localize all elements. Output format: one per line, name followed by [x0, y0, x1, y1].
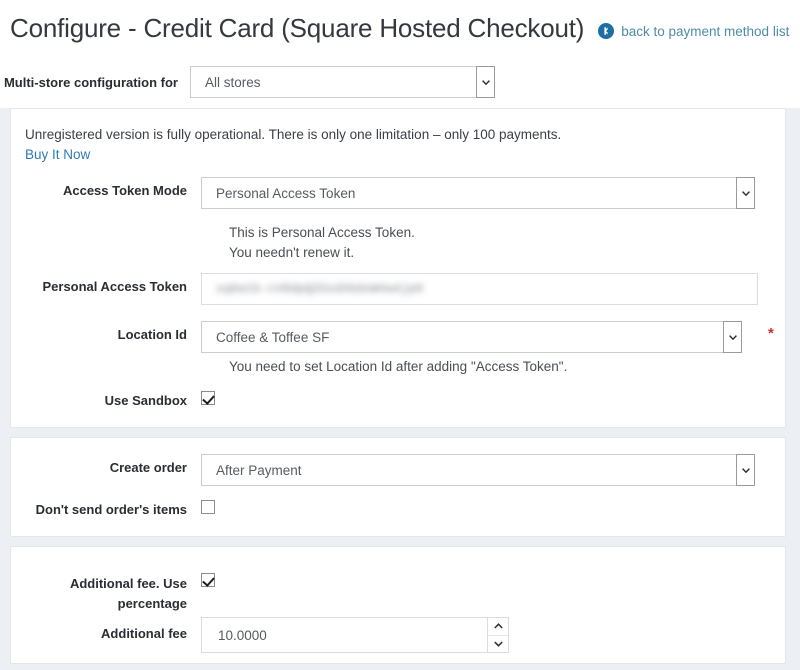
multistore-select-value: All stores	[205, 74, 261, 90]
additional-fee-spinner[interactable]	[487, 617, 509, 653]
multistore-configuration-row: Multi-store configuration for All stores	[0, 56, 800, 108]
create-order-arrow[interactable]	[736, 454, 755, 486]
create-order-label: Create order	[109, 460, 187, 475]
access-token-mode-arrow[interactable]	[736, 177, 755, 209]
personal-access-token-value: sq0atb-cV8dpQZOxdXGdoWVw4jp0	[216, 282, 424, 296]
additional-fee-label: Additional fee	[101, 626, 187, 641]
location-id-select[interactable]: Coffee & Toffee SF	[201, 321, 742, 353]
chevron-up-icon	[493, 623, 503, 629]
chevron-down-icon	[741, 190, 750, 196]
page-header: Configure - Credit Card (Square Hosted C…	[0, 0, 800, 56]
use-sandbox-row: Use Sandbox	[11, 387, 215, 410]
create-order-value: After Payment	[216, 462, 302, 478]
unregistered-notice: Unregistered version is fully operationa…	[25, 127, 562, 142]
create-order-row: Create order After Payment	[11, 454, 755, 486]
location-id-arrow[interactable]	[723, 321, 742, 353]
dont-send-items-row: Don't send order's items	[11, 496, 215, 519]
circle-back-arrow-icon	[598, 23, 615, 39]
additional-fee-spinner-up[interactable]	[488, 618, 508, 635]
personal-access-token-label: Personal Access Token	[42, 279, 187, 294]
additional-fee-row: Additional fee 10.0000	[11, 617, 509, 653]
back-to-list[interactable]: back to payment method list	[598, 23, 789, 39]
multistore-label: Multi-store configuration for	[3, 74, 178, 90]
chevron-down-icon	[481, 79, 490, 85]
buy-it-now-link[interactable]: Buy It Now	[25, 147, 90, 162]
multistore-select[interactable]: All stores	[190, 66, 495, 98]
access-token-mode-select[interactable]: Personal Access Token	[201, 177, 755, 209]
chevron-down-icon	[728, 334, 737, 340]
chevron-down-icon	[493, 641, 503, 647]
use-percentage-label: Additional fee. Use percentage	[69, 576, 187, 611]
location-id-help: You need to set Location Id after adding…	[229, 359, 568, 374]
create-order-select[interactable]: After Payment	[201, 454, 755, 486]
additional-fee-value[interactable]: 10.0000	[201, 617, 487, 653]
additional-fee-panel: Additional fee. Use percentage Additiona…	[10, 546, 786, 664]
personal-access-token-input[interactable]: sq0atb-cV8dpQZOxdXGdoWVw4jp0	[201, 273, 758, 305]
use-sandbox-label: Use Sandbox	[104, 393, 187, 408]
use-sandbox-checkbox[interactable]	[201, 391, 215, 405]
access-token-mode-label: Access Token Mode	[62, 183, 187, 198]
order-panel: Create order After Payment Don't send or…	[10, 437, 786, 537]
access-token-mode-help-line-1: This is Personal Access Token.	[229, 225, 415, 240]
personal-access-token-row: Personal Access Token sq0atb-cV8dpQZOxdX…	[11, 273, 758, 305]
dont-send-items-checkbox[interactable]	[201, 500, 215, 514]
multistore-select-arrow[interactable]	[476, 66, 495, 98]
credentials-panel: Unregistered version is fully operationa…	[10, 108, 786, 428]
access-token-mode-value: Personal Access Token	[216, 185, 356, 201]
page-title: Configure - Credit Card (Square Hosted C…	[10, 12, 585, 43]
location-id-required-marker: *	[768, 325, 774, 342]
configure-payment-method-page: Configure - Credit Card (Square Hosted C…	[0, 0, 800, 670]
chevron-down-icon	[741, 467, 750, 473]
use-percentage-checkbox[interactable]	[201, 573, 215, 587]
dont-send-items-label: Don't send order's items	[35, 502, 187, 517]
location-id-label: Location Id	[117, 327, 187, 342]
access-token-mode-row: Access Token Mode Personal Access Token	[11, 177, 755, 209]
additional-fee-spinner-down[interactable]	[488, 634, 508, 653]
back-to-payment-method-list-link[interactable]: back to payment method list	[621, 24, 789, 39]
location-id-value: Coffee & Toffee SF	[216, 329, 330, 345]
access-token-mode-help-line-2: You needn't renew it.	[229, 245, 355, 260]
location-id-row: Location Id Coffee & Toffee SF	[11, 321, 742, 353]
additional-fee-number-input[interactable]: 10.0000	[201, 617, 509, 653]
use-percentage-row: Additional fee. Use percentage	[11, 569, 215, 614]
